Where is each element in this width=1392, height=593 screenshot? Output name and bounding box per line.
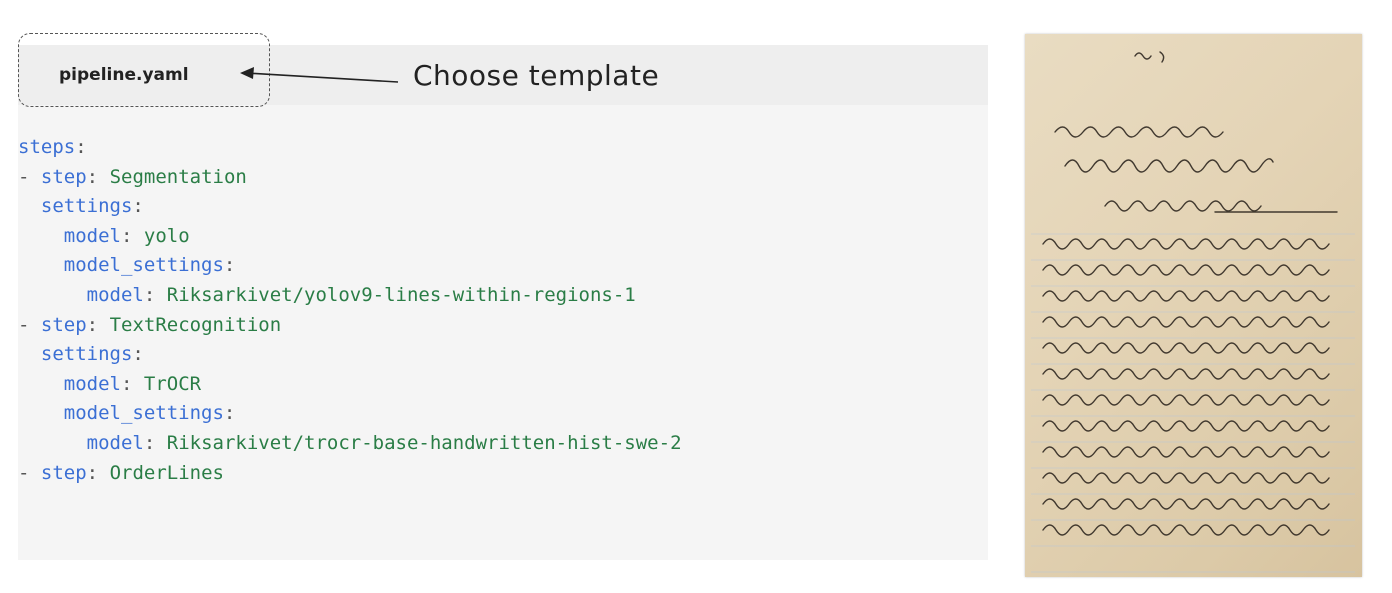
code-line: model: Riksarkivet/yolov9-lines-within-r… bbox=[86, 283, 636, 306]
code-line: model_settings: bbox=[63, 254, 236, 277]
handwritten-letter-image bbox=[1025, 34, 1362, 577]
code-line: settings: bbox=[40, 195, 144, 218]
code-line: - step: TextRecognition bbox=[18, 313, 282, 336]
choose-template-annotation: Choose template bbox=[413, 59, 660, 92]
filename-bar: pipeline.yaml Choose template bbox=[18, 33, 988, 107]
code-line: - step: Segmentation bbox=[18, 165, 247, 188]
annotation-arrow-icon bbox=[240, 67, 399, 83]
code-line: model: Riksarkivet/trocr-base-handwritte… bbox=[86, 431, 682, 454]
code-line: model_settings: bbox=[63, 402, 236, 425]
yaml-code[interactable]: steps: - step: Segmentation settings: mo… bbox=[18, 133, 682, 488]
code-line: model: yolo bbox=[63, 224, 190, 247]
code-line: - step: OrderLines bbox=[18, 461, 224, 484]
code-line: settings: bbox=[40, 343, 144, 366]
handwriting-icon bbox=[1031, 51, 1355, 573]
code-line: steps: bbox=[18, 136, 87, 158]
yaml-editor: pipeline.yaml Choose template steps: - s… bbox=[18, 33, 988, 560]
code-line: model: TrOCR bbox=[63, 372, 202, 395]
